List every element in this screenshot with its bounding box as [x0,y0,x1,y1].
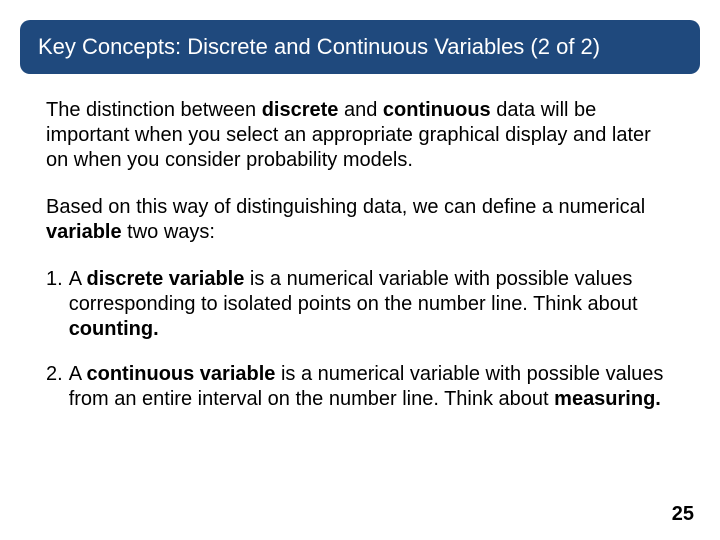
bold-measuring: measuring. [554,388,661,410]
slide: Key Concepts: Discrete and Continuous Va… [0,0,720,540]
bold-discrete: discrete [262,99,339,121]
list-item-2: 2. A continuous variable is a numerical … [46,362,674,412]
item-text: A continuous variable is a numerical var… [69,362,674,412]
list-item-1: 1. A discrete variable is a numerical va… [46,267,674,342]
item-text: A discrete variable is a numerical varia… [69,267,674,342]
text: two ways: [122,221,215,243]
bold-variable: variable [46,221,122,243]
text: and [338,99,382,121]
item-number: 2. [46,362,69,412]
bold-continuous-variable: continuous variable [86,363,275,385]
text: A [69,363,87,385]
bold-counting: counting. [69,318,159,340]
title-bar: Key Concepts: Discrete and Continuous Va… [20,20,700,74]
bold-discrete-variable: discrete variable [86,268,244,290]
text: Based on this way of distinguishing data… [46,196,645,218]
bold-continuous: continuous [383,99,491,121]
text: A [69,268,87,290]
page-number: 25 [672,503,694,526]
paragraph-2: Based on this way of distinguishing data… [46,195,674,245]
slide-body: The distinction between discrete and con… [46,98,674,432]
text: The distinction between [46,99,262,121]
item-number: 1. [46,267,69,342]
paragraph-1: The distinction between discrete and con… [46,98,674,173]
slide-title: Key Concepts: Discrete and Continuous Va… [38,34,600,60]
